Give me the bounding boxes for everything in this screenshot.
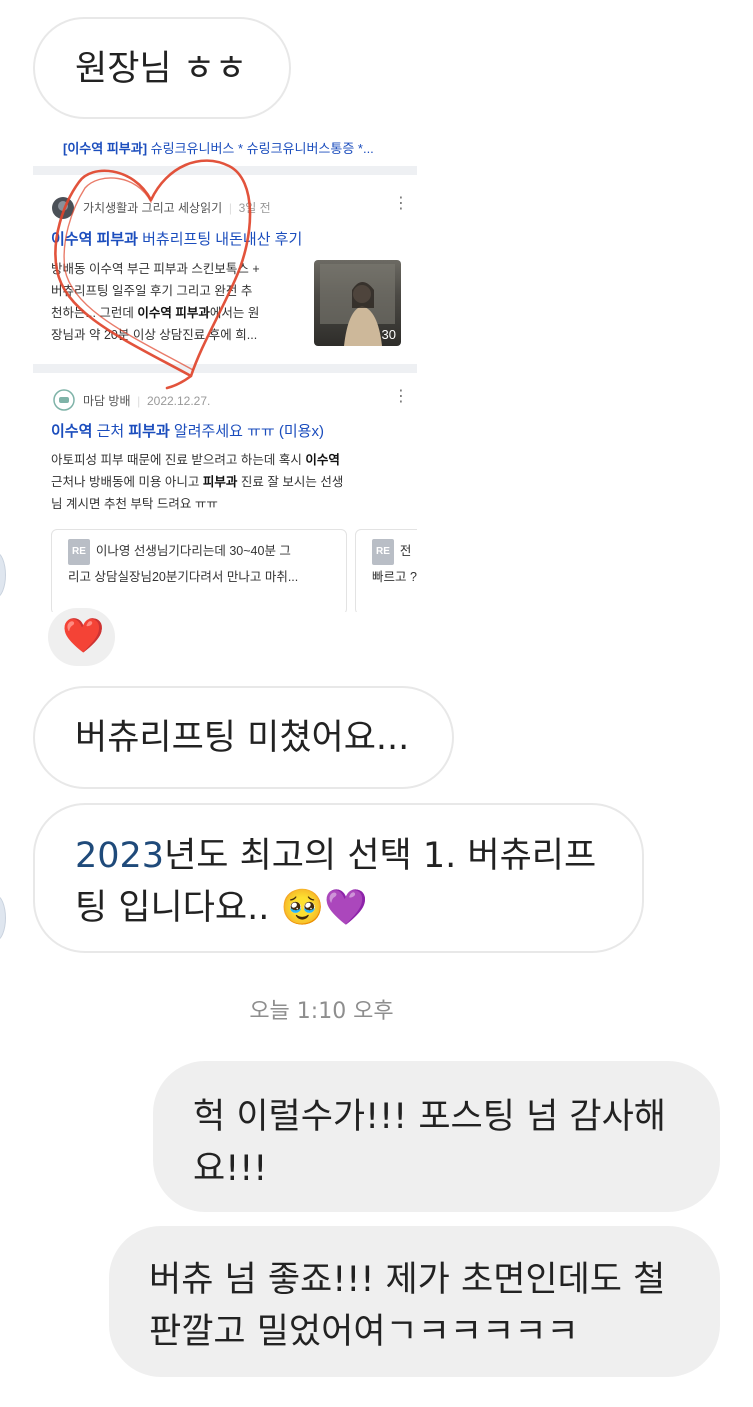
cafe-avatar-icon xyxy=(53,389,75,411)
more-options-icon[interactable]: ⋮ xyxy=(393,196,409,212)
reply-text: RE 전 빠르고 ? xyxy=(372,539,417,589)
post-meta: 마담 방배 | 2022.12.27. xyxy=(83,394,211,408)
more-options-icon[interactable]: ⋮ xyxy=(393,389,409,405)
incoming-message-bubble[interactable]: 2023년도 최고의 선택 1. 버츄리프 팅 입니다요.. 🥹💜 xyxy=(33,803,644,953)
post-meta: 가치생활과 그리고 세상읽기 | 3일 전 xyxy=(83,201,271,215)
timestamp: 오늘 1:10 오후 xyxy=(249,999,394,1024)
shared-search-card[interactable]: [이수역 피부과] 슈링크유니버스 * 슈링크유니버스통증 *... 가치생활과… xyxy=(33,130,417,612)
divider xyxy=(33,166,417,175)
photo-count: 30 xyxy=(381,327,396,342)
red-heart-icon: ❤️ xyxy=(62,616,105,656)
post-title[interactable]: 이수역 근처 피부과 알려주세요 ㅠㅠ (미용x) xyxy=(51,420,324,441)
divider xyxy=(33,364,417,373)
message-text: 판깔고 밀었어여ㄱㅋㅋㅋㅋㅋ xyxy=(149,1312,579,1352)
incoming-message-bubble[interactable]: 버츄리프팅 미쳤어요... xyxy=(33,686,454,789)
reply-text: RE 이나영 선생님기다리는데 30~40분 그 리고 상담실장님20분기다려서 … xyxy=(68,539,348,589)
reply-badge: RE xyxy=(372,539,394,565)
message-text: 버츄리프팅 미쳤어요... xyxy=(75,718,410,758)
reply-preview[interactable]: RE 이나영 선생님기다리는데 30~40분 그 리고 상담실장님20분기다려서 … xyxy=(51,529,347,612)
post-thumbnail[interactable]: 30 xyxy=(314,260,401,346)
message-text: 팅 입니다요.. 🥹💜 xyxy=(75,888,368,928)
message-text: 원장님 ㅎㅎ xyxy=(75,49,248,89)
message-reaction[interactable]: ❤️ xyxy=(48,608,115,666)
sender-avatar[interactable] xyxy=(0,552,6,598)
message-text: 헉 이럴수가!!! 포스팅 넘 감사해 xyxy=(193,1097,666,1137)
message-text: 요!!! xyxy=(193,1149,268,1189)
post-snippet: 아토피성 피부 때문에 진료 받으려고 하는데 혹시 이수역 근처나 방배동에 … xyxy=(51,453,344,511)
sender-avatar[interactable] xyxy=(0,895,6,941)
author-avatar-icon xyxy=(52,197,74,219)
emoji-icon: 🥹💜 xyxy=(280,888,368,928)
reply-preview[interactable]: RE 전 빠르고 ? xyxy=(355,529,417,612)
message-text: 2023년도 최고의 선택 1. 버츄리프 xyxy=(75,836,597,876)
message-text: 버츄 넘 좋죠!!! 제가 초면인데도 철 xyxy=(149,1260,666,1300)
search-result-topline[interactable]: [이수역 피부과] 슈링크유니버스 * 슈링크유니버스통증 *... xyxy=(63,138,374,157)
outgoing-message-bubble[interactable]: 버츄 넘 좋죠!!! 제가 초면인데도 철 판깔고 밀었어여ㄱㅋㅋㅋㅋㅋ xyxy=(109,1226,720,1377)
outgoing-message-bubble[interactable]: 헉 이럴수가!!! 포스팅 넘 감사해 요!!! xyxy=(153,1061,720,1212)
post-snippet: 방배동 이수역 부근 피부과 스킨보톡스 + 버츄리프팅 일주일 후기 그리고 … xyxy=(51,262,260,342)
reply-badge: RE xyxy=(68,539,90,565)
incoming-message-bubble[interactable]: 원장님 ㅎㅎ xyxy=(33,17,291,119)
post-title[interactable]: 이수역 피부과 버츄리프팅 내돈내산 후기 xyxy=(51,228,302,249)
